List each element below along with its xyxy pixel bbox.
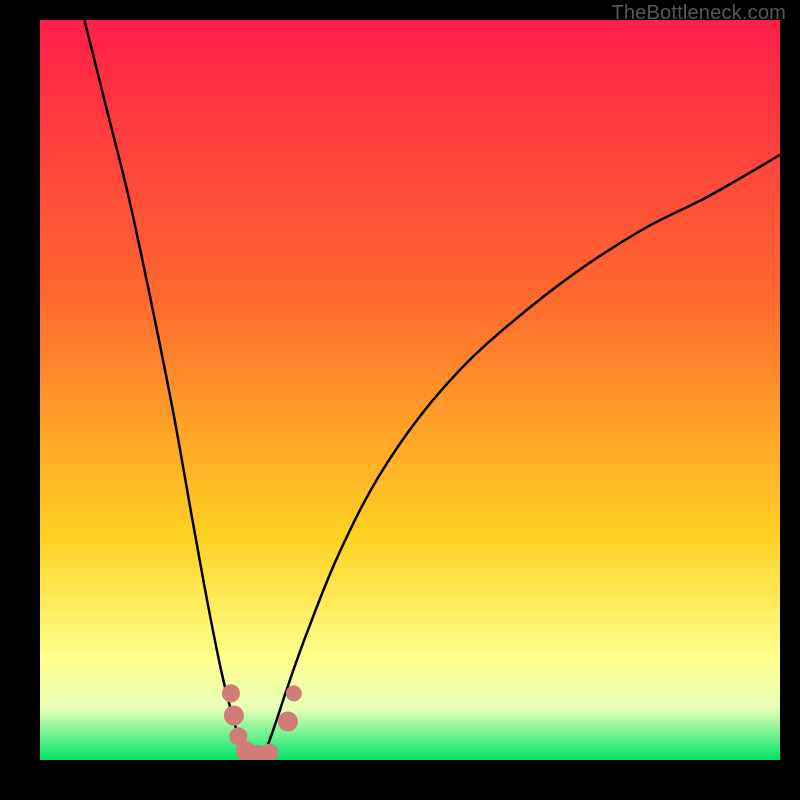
- chart-frame: TheBottleneck.com: [0, 0, 800, 800]
- markers-layer: [40, 20, 780, 760]
- plot-area: [40, 20, 780, 760]
- data-marker: [260, 744, 278, 760]
- data-marker: [224, 706, 244, 726]
- data-marker: [286, 685, 302, 701]
- watermark-text: TheBottleneck.com: [611, 2, 786, 25]
- data-marker: [222, 684, 240, 702]
- data-marker: [278, 712, 298, 732]
